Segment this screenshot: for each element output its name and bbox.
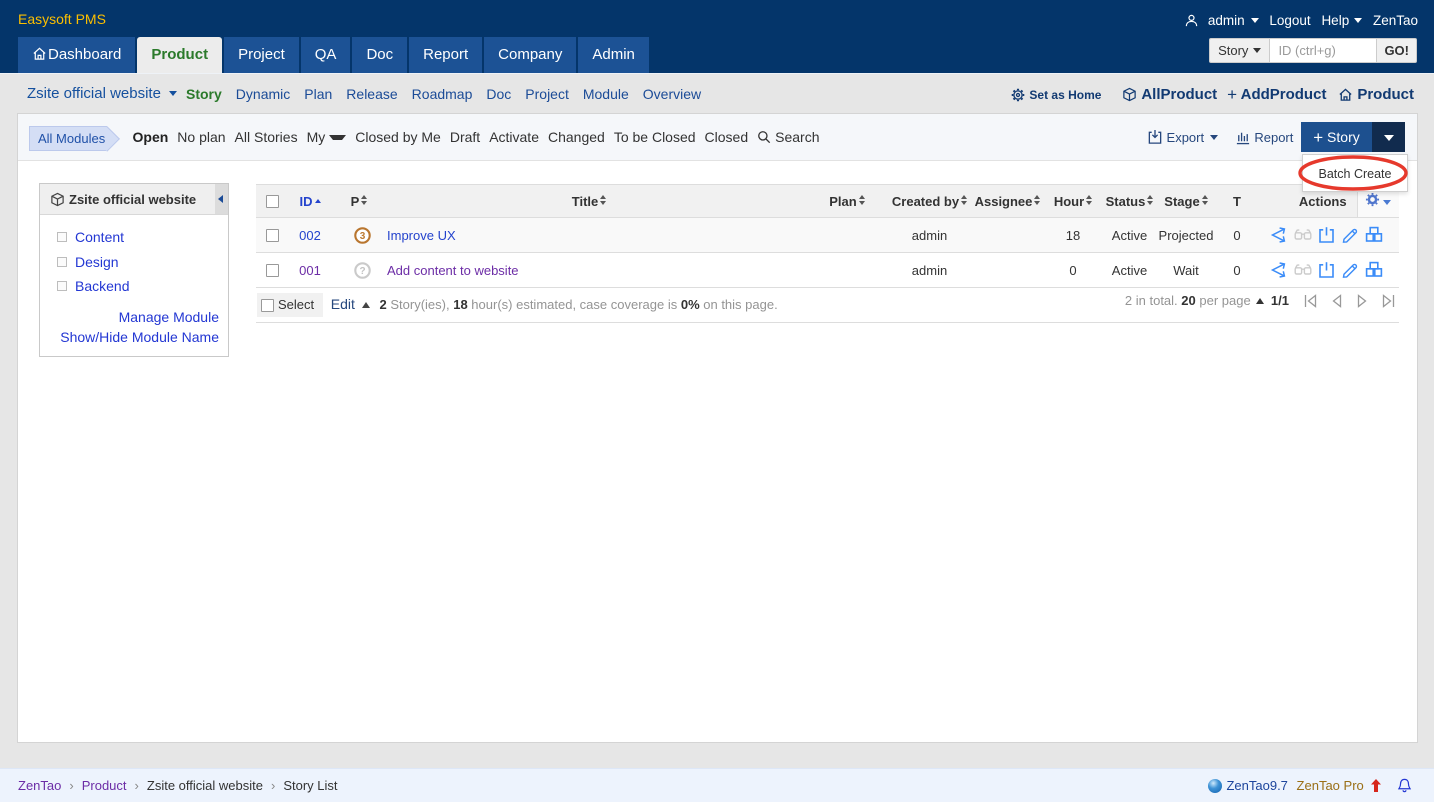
svg-text:?: ?: [359, 265, 365, 276]
svg-text:3: 3: [359, 230, 365, 241]
